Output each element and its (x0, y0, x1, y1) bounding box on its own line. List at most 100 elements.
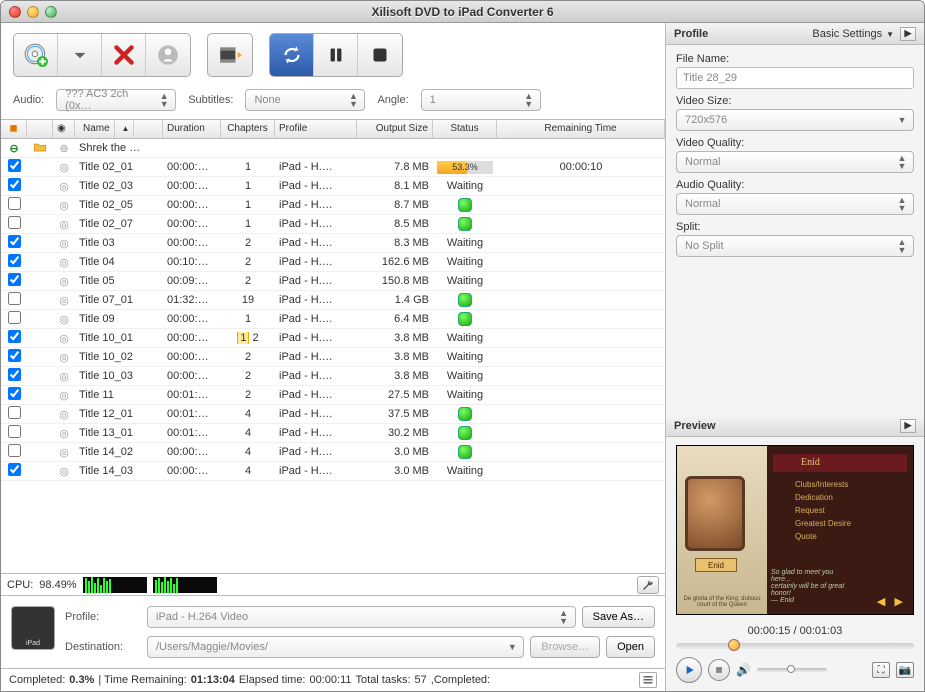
video-size-label: Video Size: (676, 95, 731, 107)
disc-icon: ◎ (53, 161, 75, 174)
col-duration[interactable]: Duration (163, 120, 221, 138)
subtitles-select[interactable]: None▲▼ (245, 89, 365, 111)
table-row[interactable]: ◎ Title 10_03 00:00:… 2 iPad - H.… 3.8 M… (1, 367, 665, 386)
table-row[interactable]: ◎ Title 12_01 00:01:… 4 iPad - H.… 37.5 … (1, 405, 665, 424)
disc-icon: ◎ (53, 218, 75, 231)
table-row[interactable]: ◎ Title 07_01 01:32:… 19 iPad - H.… 1.4 … (1, 291, 665, 310)
basic-settings-toggle[interactable]: Basic Settings▼ (812, 28, 894, 40)
video-size-select[interactable]: 720x576▼ (676, 109, 914, 131)
add-dvd-button[interactable] (14, 34, 58, 76)
filename-label: File Name: (676, 53, 729, 65)
fullscreen-button[interactable]: ⛶ (872, 662, 890, 678)
disc-icon: ◎ (53, 370, 75, 383)
col-output[interactable]: Output Size (357, 120, 433, 138)
row-checkbox[interactable] (8, 368, 21, 381)
disc-icon: ◎ (53, 408, 75, 421)
volume-icon[interactable]: 🔊 (736, 663, 751, 677)
row-checkbox[interactable] (8, 197, 21, 210)
table-row[interactable]: ◎ Title 14_03 00:00:… 4 iPad - H.… 3.0 M… (1, 462, 665, 481)
open-button[interactable]: Open (606, 636, 655, 658)
preview-stop-button[interactable] (708, 659, 730, 681)
table-row[interactable]: ◎ Title 05 00:09:… 2 iPad - H.… 150.8 MB… (1, 272, 665, 291)
row-checkbox[interactable] (8, 273, 21, 286)
video-quality-label: Video Quality: (676, 137, 744, 149)
destination-select[interactable]: /Users/Maggie/Movies/▼ (147, 636, 524, 658)
row-checkbox[interactable] (8, 178, 21, 191)
convert-button[interactable] (270, 34, 314, 76)
angle-select[interactable]: 1▲▼ (421, 89, 541, 111)
table-row[interactable]: ◎ Title 02_05 00:00:… 1 iPad - H.… 8.7 M… (1, 196, 665, 215)
row-checkbox[interactable] (8, 349, 21, 362)
video-quality-select[interactable]: Normal▲▼ (676, 151, 914, 173)
browse-button[interactable]: Browse… (530, 636, 600, 658)
table-row[interactable]: ◎ Title 14_02 00:00:… 4 iPad - H.… 3.0 M… (1, 443, 665, 462)
preview-seek-slider[interactable] (676, 643, 914, 649)
row-checkbox[interactable] (8, 444, 21, 457)
split-select[interactable]: No Split▲▼ (676, 235, 914, 257)
col-remaining[interactable]: Remaining Time (497, 120, 665, 138)
preview-time: 00:00:15 / 00:01:03 (666, 623, 924, 643)
col-profile[interactable]: Profile (275, 120, 357, 138)
destination-label: Destination: (65, 641, 141, 653)
preview-title: Preview (674, 420, 716, 432)
dropdown-arrow-button[interactable] (58, 34, 102, 76)
audio-quality-select[interactable]: Normal▲▼ (676, 193, 914, 215)
pause-button[interactable] (314, 34, 358, 76)
clip-button[interactable] (207, 33, 253, 77)
row-checkbox[interactable] (8, 235, 21, 248)
audio-quality-label: Audio Quality: (676, 179, 744, 191)
row-checkbox[interactable] (8, 254, 21, 267)
stop-button[interactable] (358, 34, 402, 76)
row-checkbox[interactable] (8, 311, 21, 324)
subtitles-label: Subtitles: (188, 94, 233, 106)
row-checkbox[interactable] (8, 159, 21, 172)
preview-expand-button[interactable]: ▶ (900, 419, 916, 433)
disc-icon: ◎ (53, 313, 75, 326)
panel-next-button[interactable]: ▶ (900, 27, 916, 41)
group-row[interactable]: ⊖⊚Shrek the … (1, 139, 665, 158)
table-row[interactable]: ◎ Title 04 00:10:… 2 iPad - H.… 162.6 MB… (1, 253, 665, 272)
disc-icon: ◎ (53, 294, 75, 307)
table-row[interactable]: ◎ Title 03 00:00:… 2 iPad - H.… 8.3 MB W… (1, 234, 665, 253)
play-button[interactable] (676, 657, 702, 683)
row-checkbox[interactable] (8, 330, 21, 343)
cpu-graph-icon (153, 577, 217, 593)
profile-panel-title: Profile (674, 28, 708, 40)
profile-label: Profile: (65, 611, 141, 623)
table-row[interactable]: ◎ Title 02_01 00:00:… 1 iPad - H.… 7.8 M… (1, 158, 665, 177)
cpu-graph-icon (83, 577, 147, 593)
col-status[interactable]: Status (433, 120, 497, 138)
audio-select[interactable]: ??? AC3 2ch (0x…▲▼ (56, 89, 176, 111)
row-checkbox[interactable] (8, 463, 21, 476)
save-as-button[interactable]: Save As… (582, 606, 655, 628)
table-row[interactable]: ◎ Title 10_02 00:00:… 2 iPad - H.… 3.8 M… (1, 348, 665, 367)
file-list[interactable]: ⊖⊚Shrek the … ◎ Title 02_01 00:00:… 1 iP… (1, 139, 665, 574)
row-checkbox[interactable] (8, 292, 21, 305)
disc-icon: ◎ (53, 180, 75, 193)
ipad-icon: iPad (11, 606, 55, 650)
remove-button[interactable] (102, 34, 146, 76)
titlebar: Xilisoft DVD to iPad Converter 6 (1, 1, 924, 23)
table-row[interactable]: ◎ Title 13_01 00:01:… 4 iPad - H.… 30.2 … (1, 424, 665, 443)
row-checkbox[interactable] (8, 387, 21, 400)
table-row[interactable]: ◎ Title 02_03 00:00:… 1 iPad - H.… 8.1 M… (1, 177, 665, 196)
row-checkbox[interactable] (8, 406, 21, 419)
profile-select[interactable]: iPad - H.264 Video▲▼ (147, 606, 576, 628)
settings-button[interactable] (637, 576, 659, 594)
table-header: ◼ ◉ Name ▲ Duration Chapters Profile Out… (1, 119, 665, 139)
col-name[interactable]: Name ▲ (75, 120, 163, 138)
volume-slider[interactable] (757, 668, 827, 672)
table-row[interactable]: ◎ Title 09 00:00:… 1 iPad - H.… 6.4 MB (1, 310, 665, 329)
table-row[interactable]: ◎ Title 02_07 00:00:… 1 iPad - H.… 8.5 M… (1, 215, 665, 234)
disc-icon: ◎ (53, 351, 75, 364)
table-row[interactable]: ◎ Title 10_01 00:00:… 1 2 iPad - H.… 3.8… (1, 329, 665, 348)
row-checkbox[interactable] (8, 425, 21, 438)
table-row[interactable]: ◎ Title 11 00:01:… 2 iPad - H.… 27.5 MB … (1, 386, 665, 405)
log-button[interactable] (639, 672, 657, 688)
snapshot-button[interactable]: 📷 (896, 662, 914, 678)
row-checkbox[interactable] (8, 216, 21, 229)
info-button[interactable] (146, 34, 190, 76)
filename-input[interactable] (676, 67, 914, 89)
col-check[interactable]: ◼ (1, 120, 27, 138)
col-chapters[interactable]: Chapters (221, 120, 275, 138)
